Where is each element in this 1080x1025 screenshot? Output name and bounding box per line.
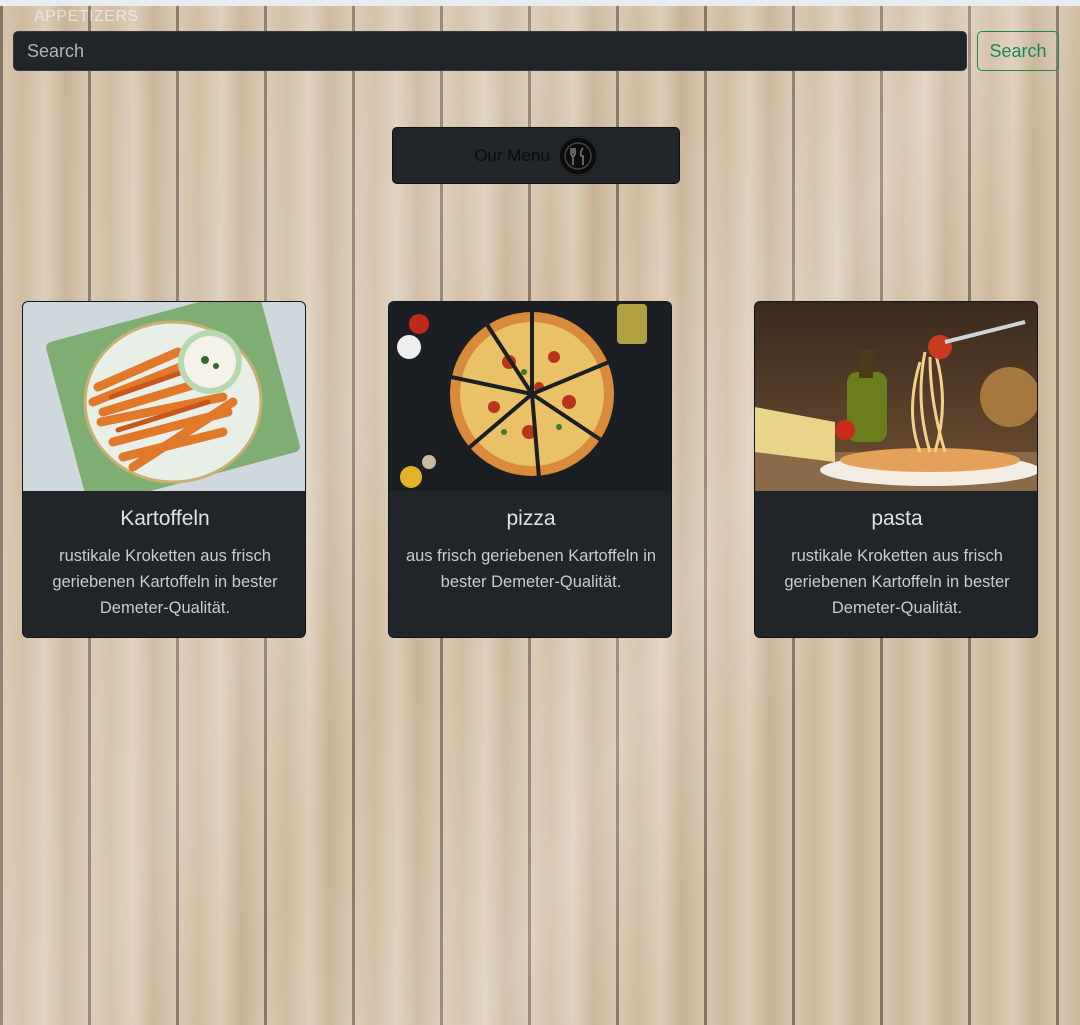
our-menu-label: Our Menu — [474, 145, 550, 165]
card-text: rustikale Kroketten aus frisch geriebene… — [52, 547, 278, 617]
search-button[interactable]: Search — [977, 31, 1059, 71]
top-border — [0, 0, 1080, 6]
brand-title[interactable]: APPETIZERS — [34, 8, 139, 26]
fork-knife-icon — [557, 135, 598, 176]
menu-card-pizza[interactable]: pizza aus frisch geriebenen Kartoffeln i… — [388, 301, 672, 638]
card-text: rustikale Kroketten aus frisch geriebene… — [784, 547, 1010, 617]
our-menu-button[interactable]: Our Menu — [392, 127, 680, 184]
card-title: Kartoffeln — [120, 507, 210, 530]
pizza-image — [389, 302, 671, 491]
menu-card-kartoffeln[interactable]: Kartoffeln rustikale Kroketten aus frisc… — [22, 301, 306, 638]
kartoffeln-image — [23, 302, 305, 491]
pasta-image — [755, 302, 1037, 491]
search-input[interactable] — [13, 31, 967, 71]
search-bar: Search — [13, 31, 1059, 71]
card-text: aus frisch geriebenen Kartoffeln in best… — [405, 547, 657, 591]
menu-card-pasta[interactable]: pasta rustikale Kroketten aus frisch ger… — [754, 301, 1038, 638]
card-title: pasta — [871, 507, 923, 530]
card-title: pizza — [506, 507, 556, 530]
